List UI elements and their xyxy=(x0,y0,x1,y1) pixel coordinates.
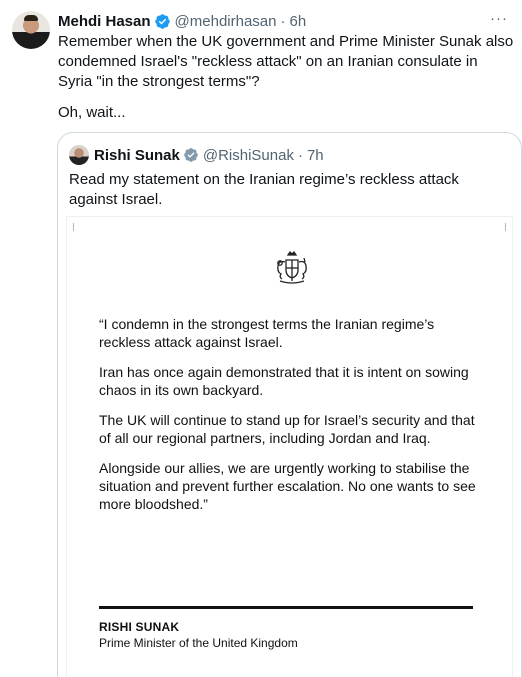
author-name[interactable]: Mehdi Hasan xyxy=(58,13,151,30)
tweet-text: Remember when the UK government and Prim… xyxy=(58,33,514,90)
quoted-author-handle: @RishiSunak xyxy=(202,146,294,164)
signature-title: Prime Minister of the United Kingdom xyxy=(99,636,298,650)
more-options-icon[interactable]: ··· xyxy=(488,8,510,28)
statement-paragraph: Iran has once again demonstrated that it… xyxy=(99,364,469,398)
quoted-tweet-time: 7h xyxy=(306,146,324,164)
tweet-time[interactable]: 6h xyxy=(289,13,306,30)
statement-paragraph: Alongside our allies, we are urgently wo… xyxy=(99,460,476,512)
quoted-author-name: Rishi Sunak xyxy=(94,146,180,164)
quoted-author-avatar xyxy=(69,145,89,165)
quoted-tweet-header: Rishi Sunak @RishiSunak · 7h xyxy=(69,145,324,165)
time-separator: · xyxy=(280,12,286,30)
statement-image[interactable]: “I condemn in the strongest terms the Ir… xyxy=(66,216,513,677)
author-avatar[interactable] xyxy=(12,11,50,49)
statement-paragraph: The UK will continue to stand up for Isr… xyxy=(99,412,475,446)
signature-divider xyxy=(99,606,473,609)
quoted-tweet-text: Read my statement on the Iranian regime’… xyxy=(69,171,459,208)
statement-body: “I condemn in the strongest terms the Ir… xyxy=(99,315,479,525)
royal-coat-of-arms-icon xyxy=(277,250,307,284)
verified-badge-icon xyxy=(154,13,170,29)
verified-badge-icon xyxy=(184,148,198,162)
statement-paragraph: “I condemn in the strongest terms the Ir… xyxy=(99,316,435,350)
quoted-tweet-card[interactable]: Rishi Sunak @RishiSunak · 7h Read my sta… xyxy=(57,132,522,677)
tweet-text-followup: Oh, wait... xyxy=(58,104,126,121)
tweet-header: Mehdi Hasan @mehdirhasan · 6h xyxy=(58,11,306,31)
image-corner-mark xyxy=(501,223,506,231)
author-handle[interactable]: @mehdirhasan xyxy=(175,13,277,30)
time-separator: · xyxy=(297,146,303,164)
image-corner-mark xyxy=(73,223,78,231)
signature-name: RISHI SUNAK xyxy=(99,620,180,634)
